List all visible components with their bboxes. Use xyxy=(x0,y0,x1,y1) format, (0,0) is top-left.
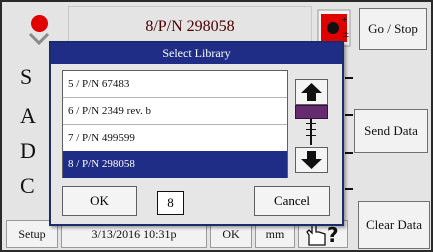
scroll-tick xyxy=(306,129,316,130)
arrow-up-icon xyxy=(301,83,322,101)
row-dash xyxy=(345,152,353,154)
chevron-down-icon xyxy=(28,32,50,46)
arrow-down-icon xyxy=(301,151,322,169)
library-item[interactable]: 5 / P/N 67483 xyxy=(63,71,287,98)
row-dash xyxy=(345,77,353,79)
library-item[interactable]: 6 / P/N 2349 rev. b xyxy=(63,98,287,125)
main-window: 8/P/N 298058 + ± Go / Stop S A D C Send … xyxy=(0,0,433,252)
scroll-tick xyxy=(306,123,316,124)
cancel-button[interactable]: Cancel xyxy=(254,186,330,216)
select-library-dialog: Select Library 5 / P/N 67483 6 / P/N 234… xyxy=(49,41,344,226)
svg-text:+: + xyxy=(341,15,348,24)
go-stop-button[interactable]: Go / Stop xyxy=(359,8,427,50)
svg-text:?: ? xyxy=(327,223,339,247)
ok-button[interactable]: OK xyxy=(62,186,137,216)
clear-data-button[interactable]: Clear Data xyxy=(358,201,430,249)
scroll-up-button[interactable] xyxy=(295,79,328,105)
library-item[interactable]: 7 / P/N 499599 xyxy=(63,125,287,152)
library-count-field: 8 xyxy=(157,191,184,215)
scroll-thumb[interactable] xyxy=(295,105,328,119)
row-label-s: S xyxy=(20,64,33,89)
row-label-a: A xyxy=(20,103,36,128)
send-data-button[interactable]: Send Data xyxy=(354,109,428,153)
red-indicator-icon xyxy=(31,15,48,32)
page-title: 8/P/N 298058 xyxy=(145,18,235,35)
scroll-tick xyxy=(306,135,316,136)
row-label-d: D xyxy=(20,138,36,163)
library-item-selected[interactable]: 8 / P/N 298058 xyxy=(63,151,287,178)
row-dash xyxy=(345,188,353,190)
library-list: 5 / P/N 67483 6 / P/N 2349 rev. b 7 / P/… xyxy=(62,70,288,178)
scroll-down-button[interactable] xyxy=(295,147,328,173)
row-dash xyxy=(345,114,353,116)
svg-text:±: ± xyxy=(342,30,350,40)
dialog-title: Select Library xyxy=(51,43,342,64)
row-label-c: C xyxy=(20,173,35,198)
